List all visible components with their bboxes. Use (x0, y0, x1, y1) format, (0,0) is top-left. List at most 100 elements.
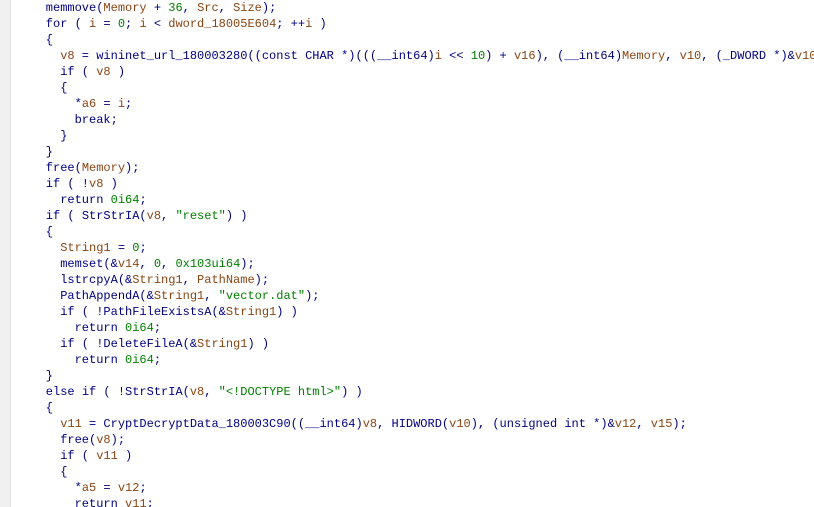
token-punct: ) ) (247, 337, 269, 351)
token-punct: ); (305, 289, 319, 303)
token-punct: * (75, 97, 82, 111)
code-line[interactable]: free(v8); (17, 432, 814, 448)
code-line[interactable]: if ( !PathFileExistsA(&String1) ) (17, 304, 814, 320)
code-line[interactable]: { (17, 400, 814, 416)
token-punct: , (636, 417, 650, 431)
token-punct: ); (255, 273, 269, 287)
token-glb: a6 (82, 97, 96, 111)
token-kw: const (262, 49, 298, 63)
code-line[interactable]: if ( v8 ) (17, 64, 814, 80)
token-punct: ) (355, 417, 362, 431)
token-glb: Src (197, 1, 219, 15)
code-line[interactable]: { (17, 464, 814, 480)
code-line[interactable]: } (17, 368, 814, 384)
token-punct: , ( (701, 49, 723, 63)
token-punct: ), ( (471, 417, 500, 431)
token-glb: String1 (132, 273, 182, 287)
code-line[interactable]: } (17, 128, 814, 144)
token-kw: if (82, 385, 96, 399)
token-kw: return (75, 321, 118, 335)
token-glb: v8 (190, 385, 204, 399)
code-line[interactable]: if ( StrStrIA(v8, "reset") ) (17, 208, 814, 224)
token-punct: ( (75, 65, 97, 79)
code-line[interactable]: if ( !DeleteFileA(&String1) ) (17, 336, 814, 352)
token-num: 10 (471, 49, 485, 63)
code-line[interactable]: free(Memory); (17, 160, 814, 176)
code-line[interactable]: v8 = wininet_url_180003280((const CHAR *… (17, 48, 814, 64)
token-glb: String1 (60, 241, 110, 255)
token-glb: v11 (96, 449, 118, 463)
token-punct: , (665, 49, 679, 63)
token-punct: ); (262, 1, 276, 15)
token-punct: , (204, 289, 218, 303)
token-punct: { (60, 465, 67, 479)
token-glb: v8 (363, 417, 377, 431)
token-punct: (( (291, 417, 305, 431)
code-line[interactable]: for ( i = 0; i < dword_18005E604; ++i ) (17, 16, 814, 32)
token-glb: String1 (154, 289, 204, 303)
token-punct: ; (139, 481, 146, 495)
token-num: 0i64 (125, 353, 154, 367)
token-punct: ; (111, 113, 118, 127)
token-kw: if (60, 449, 74, 463)
token-punct (118, 321, 125, 335)
token-glb: i (139, 17, 146, 31)
token-kw: if (46, 177, 60, 191)
token-punct (118, 353, 125, 367)
token-kw: if (60, 305, 74, 319)
code-line[interactable]: return 0i64; (17, 352, 814, 368)
code-line[interactable]: return 0i64; (17, 320, 814, 336)
code-line[interactable]: *a6 = i; (17, 96, 814, 112)
code-line[interactable]: String1 = 0; (17, 240, 814, 256)
code-line[interactable]: v11 = CryptDecryptData_180003C90((__int6… (17, 416, 814, 432)
token-punct (118, 497, 125, 507)
token-punct (298, 49, 305, 63)
token-punct: (& (103, 257, 117, 271)
code-line[interactable]: PathAppendA(&String1, "vector.dat"); (17, 288, 814, 304)
token-punct: ) (103, 177, 117, 191)
code-line[interactable]: memset(&v14, 0, 0x103ui64); (17, 256, 814, 272)
token-op: = (96, 97, 118, 111)
code-line[interactable]: memmove(Memory + 36, Src, Size); (17, 0, 814, 16)
token-call: free (60, 433, 89, 447)
code-line[interactable]: { (17, 80, 814, 96)
token-punct: * (75, 481, 82, 495)
token-punct: , (139, 257, 153, 271)
code-line[interactable]: if ( v11 ) (17, 448, 814, 464)
token-punct: , (204, 385, 218, 399)
token-glb: String1 (226, 305, 276, 319)
token-punct: ) (428, 49, 435, 63)
code-line[interactable]: return v11; (17, 496, 814, 507)
token-punct: ; (139, 241, 146, 255)
code-line[interactable]: if ( !v8 ) (17, 176, 814, 192)
token-punct: , (219, 1, 233, 15)
code-line[interactable]: { (17, 32, 814, 48)
token-punct: *)((( (334, 49, 377, 63)
code-line[interactable]: break; (17, 112, 814, 128)
code-line[interactable]: } (17, 144, 814, 160)
token-call: DeleteFileA (103, 337, 182, 351)
token-punct: ; (139, 193, 146, 207)
token-punct: ; (147, 497, 154, 507)
token-op: = (82, 417, 104, 431)
code-line[interactable]: else if ( !StrStrIA(v8, "<!DOCTYPE html>… (17, 384, 814, 400)
token-str: "vector.dat" (219, 289, 305, 303)
token-glb: String1 (197, 337, 247, 351)
token-punct: ) (615, 49, 622, 63)
token-num: 0i64 (125, 321, 154, 335)
token-punct: *)& (586, 417, 615, 431)
token-punct: } (46, 369, 53, 383)
code-line[interactable]: { (17, 224, 814, 240)
code-line[interactable]: *a5 = v12; (17, 480, 814, 496)
token-call: StrStrIA (82, 209, 140, 223)
code-line[interactable]: lstrcpyA(&String1, PathName); (17, 272, 814, 288)
token-punct: ) ) (276, 305, 298, 319)
token-op: = (96, 481, 118, 495)
token-punct: , (161, 257, 175, 271)
token-punct: , (183, 273, 197, 287)
token-glb: Memory (82, 161, 125, 175)
token-call: StrStrIA (125, 385, 183, 399)
token-glb: Memory (103, 1, 146, 15)
code-line[interactable]: return 0i64; (17, 192, 814, 208)
pseudocode-listing[interactable]: memmove(Memory + 36, Src, Size);for ( i … (11, 0, 814, 507)
